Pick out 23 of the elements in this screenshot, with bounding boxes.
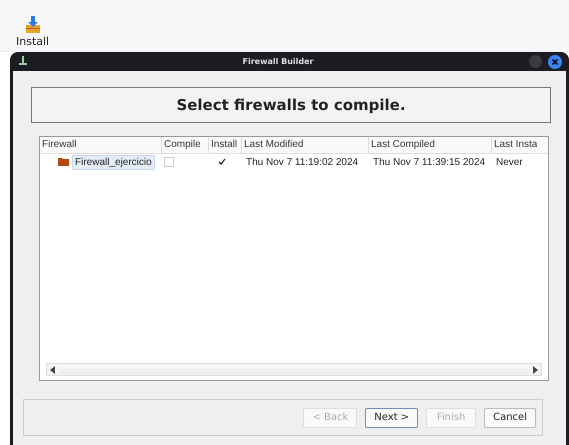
table-cell: Thu Nov 7 11:39:15 2024 xyxy=(373,156,486,168)
column-header[interactable]: Install xyxy=(209,137,242,153)
page-header: Select firewalls to compile. xyxy=(31,87,551,123)
firewall-name[interactable]: Firewall_ejercicio xyxy=(72,154,155,170)
compile-checkbox[interactable] xyxy=(164,157,174,167)
scroll-right-icon[interactable] xyxy=(532,366,538,374)
app-icon xyxy=(19,56,27,67)
column-header[interactable]: Firewall xyxy=(40,137,162,153)
table-cell: Thu Nov 7 11:19:02 2024 xyxy=(246,156,358,168)
install-checkbox[interactable] xyxy=(217,157,227,167)
wizard-button[interactable]: Cancel xyxy=(484,408,536,428)
horizontal-scrollbar[interactable] xyxy=(46,363,542,376)
column-header[interactable]: Last Compiled xyxy=(369,137,492,153)
table-cell: Never xyxy=(496,156,523,168)
column-header[interactable]: Compile xyxy=(162,137,209,153)
column-header[interactable]: Last Insta xyxy=(492,137,548,153)
folder-icon xyxy=(58,158,69,166)
wizard-button[interactable]: Next > xyxy=(365,408,418,428)
close-icon[interactable] xyxy=(548,54,562,68)
column-header[interactable]: Last Modified xyxy=(242,137,369,153)
scroll-left-icon[interactable] xyxy=(50,366,56,374)
window-title: Firewall Builder xyxy=(241,57,314,66)
install-tool-button[interactable]: Install xyxy=(16,15,50,51)
